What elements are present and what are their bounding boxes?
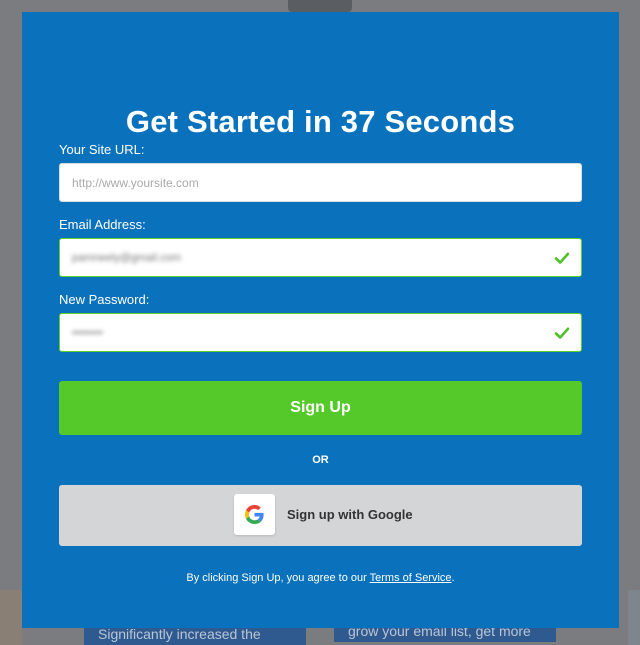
sign-up-button[interactable]: Sign Up [59, 381, 582, 435]
google-logo-icon [234, 494, 275, 535]
signup-modal: Get Started in 37 Seconds Your Site URL:… [22, 12, 619, 628]
site-url-input[interactable] [72, 164, 541, 201]
password-label: New Password: [59, 292, 150, 307]
google-signup-label: Sign up with Google [287, 507, 413, 522]
email-value: pamneely@gmail.com [72, 252, 181, 264]
email-label: Email Address: [59, 217, 146, 232]
password-field[interactable]: •••••••• [59, 313, 582, 352]
background-avatar [288, 0, 352, 12]
modal-title: Get Started in 37 Seconds [125, 104, 516, 139]
email-field[interactable]: pamneely@gmail.com [59, 238, 582, 277]
background-image-left [0, 590, 22, 645]
google-signup-button[interactable]: Sign up with Google [59, 485, 582, 546]
check-icon [554, 327, 570, 339]
or-divider: OR [312, 454, 329, 466]
terms-prefix: By clicking Sign Up, you agree to our [186, 572, 370, 584]
site-url-field-wrapper [59, 163, 582, 202]
terms-suffix: . [451, 572, 455, 584]
terms-notice: By clicking Sign Up, you agree to our Te… [22, 572, 619, 584]
terms-of-service-link[interactable]: Terms of Service [370, 572, 452, 584]
site-url-label: Your Site URL: [59, 142, 145, 157]
background-image-right [628, 590, 640, 645]
password-value: •••••••• [72, 327, 103, 339]
check-icon [554, 252, 570, 264]
